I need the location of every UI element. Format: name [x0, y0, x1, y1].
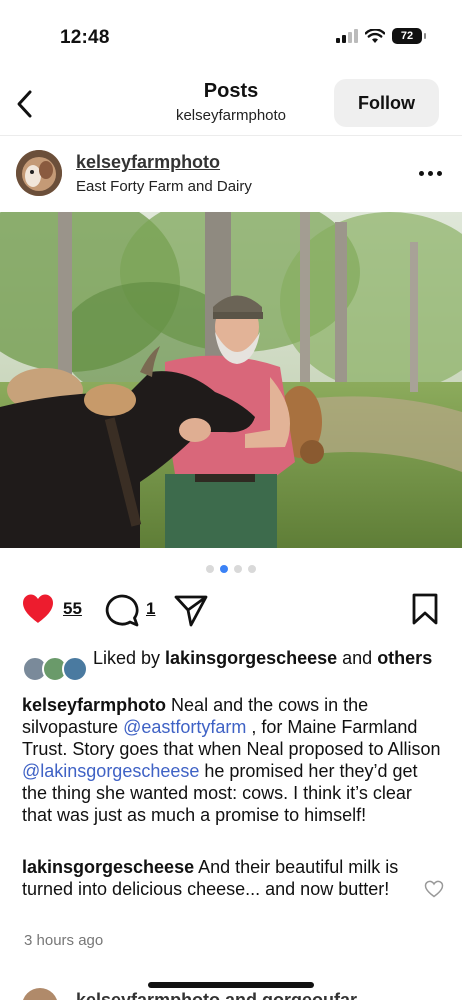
liked-by-others[interactable]: others	[377, 648, 432, 668]
wifi-icon	[365, 28, 385, 43]
post-header: kelseyfarmphoto East Forty Farm and Dair…	[0, 136, 462, 212]
bookmark-icon[interactable]	[410, 592, 440, 626]
caption-username[interactable]: kelseyfarmphoto	[22, 695, 166, 715]
next-post-username[interactable]: kelseyfarmphoto and gorgeoufar	[76, 990, 357, 1000]
carousel-indicator	[0, 565, 462, 573]
more-horizontal-icon	[418, 170, 424, 176]
home-indicator[interactable]	[148, 982, 314, 988]
comment-username[interactable]: lakinsgorgescheese	[22, 857, 194, 877]
top-nav: Posts kelseyfarmphoto Follow	[0, 74, 462, 136]
post-timestamp: 3 hours ago	[24, 932, 104, 949]
mention-link[interactable]: @eastfortyfarm	[123, 717, 246, 737]
top-comment: lakinsgorgescheese And their beautiful m…	[22, 856, 402, 900]
battery-icon: 72	[392, 28, 426, 44]
follow-button[interactable]: Follow	[334, 79, 439, 127]
status-icons: 72	[336, 28, 426, 44]
avatar[interactable]	[16, 150, 62, 196]
post-caption: kelseyfarmphoto Neal and the cows in the…	[22, 695, 441, 825]
comment-bubble-icon[interactable]	[104, 592, 140, 628]
more-options-button[interactable]	[416, 158, 444, 188]
avatar	[62, 656, 88, 682]
liked-by-text: Liked by lakinsgorgescheese and others	[93, 648, 433, 668]
post-image[interactable]	[0, 212, 462, 548]
post-username[interactable]: kelseyfarmphoto	[76, 152, 220, 173]
status-bar: 12:48 72	[0, 0, 462, 74]
status-time: 12:48	[60, 27, 110, 48]
paper-plane-icon[interactable]	[173, 592, 209, 628]
carousel-dot	[206, 565, 214, 573]
post-actions: 55 1	[0, 588, 462, 632]
mention-link[interactable]: @lakinsgorgescheese	[22, 761, 199, 781]
carousel-dot	[234, 565, 242, 573]
carousel-dot	[248, 565, 256, 573]
post-location[interactable]: East Forty Farm and Dairy	[76, 178, 252, 195]
heart-outline-icon[interactable]	[424, 880, 444, 898]
heart-icon[interactable]	[20, 592, 56, 626]
carousel-dot	[220, 565, 228, 573]
cellular-signal-icon	[336, 29, 358, 43]
liked-by-avatars	[22, 656, 90, 682]
liked-by-user[interactable]: lakinsgorgescheese	[165, 648, 337, 668]
avatar[interactable]	[22, 988, 58, 1000]
comment-count[interactable]: 1	[146, 599, 155, 619]
like-count[interactable]: 55	[63, 599, 82, 619]
